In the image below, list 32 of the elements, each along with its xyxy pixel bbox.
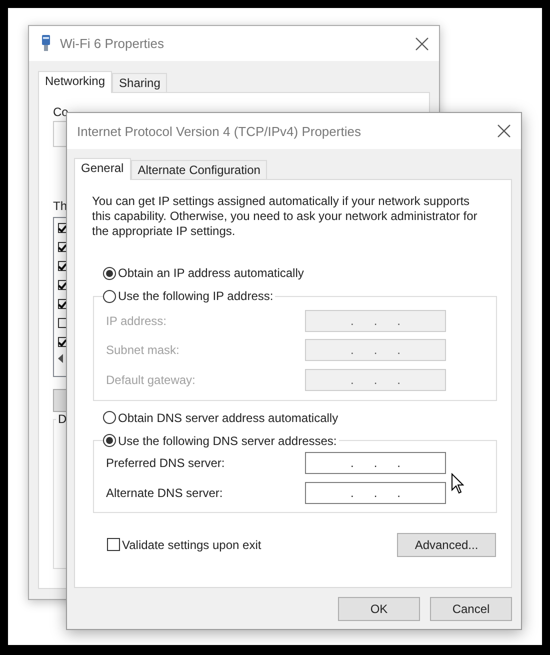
adapter-icon [40, 35, 52, 52]
window-title: Wi-Fi 6 Properties [60, 36, 166, 51]
scroll-left-icon[interactable] [58, 354, 64, 363]
field-label: Preferred DNS server: [106, 456, 226, 470]
description-text: You can get IP settings assigned automatically if your network supports this capability. Otherwise, you need to ask your network administrator for the appropriate IP settings. [92, 194, 478, 239]
radio-button[interactable] [103, 290, 116, 302]
tab[interactable]: Networking [38, 71, 112, 93]
radio-label: Obtain DNS server address automatically [118, 410, 338, 424]
radio-button[interactable] [103, 411, 116, 424]
field-label: IP address: [106, 314, 168, 328]
radio-button[interactable] [103, 266, 116, 280]
close-icon[interactable] [415, 36, 429, 50]
radio-label: Use the following DNS server addresses: [118, 434, 337, 448]
radio-label: Use the following IP address: [118, 289, 274, 303]
dialog-button[interactable]: Cancel [430, 597, 512, 621]
tab[interactable]: General [74, 158, 131, 180]
dialog-button[interactable]: OK [338, 597, 420, 621]
checkbox[interactable] [107, 538, 120, 551]
ip-address-field[interactable]: . . . [305, 482, 446, 504]
window-title: Internet Protocol Version 4 (TCP/IPv4) Properties [77, 124, 362, 138]
radio-button[interactable] [103, 434, 116, 447]
field-label: Subnet mask: [106, 343, 180, 358]
radio-label: Obtain an IP address automatically [118, 266, 304, 280]
ip-address-field[interactable]: . . . [305, 452, 446, 474]
close-icon[interactable] [497, 124, 511, 138]
field-label: Default gateway: [106, 372, 196, 387]
tab[interactable]: Alternate Configuration [130, 160, 268, 179]
cursor-icon [451, 473, 464, 494]
field-label: Alternate DNS server: [106, 486, 224, 500]
advanced-button[interactable]: Advanced... [397, 532, 496, 556]
tab[interactable]: Sharing [112, 73, 168, 92]
checkbox-label: Validate settings upon exit [122, 538, 262, 552]
